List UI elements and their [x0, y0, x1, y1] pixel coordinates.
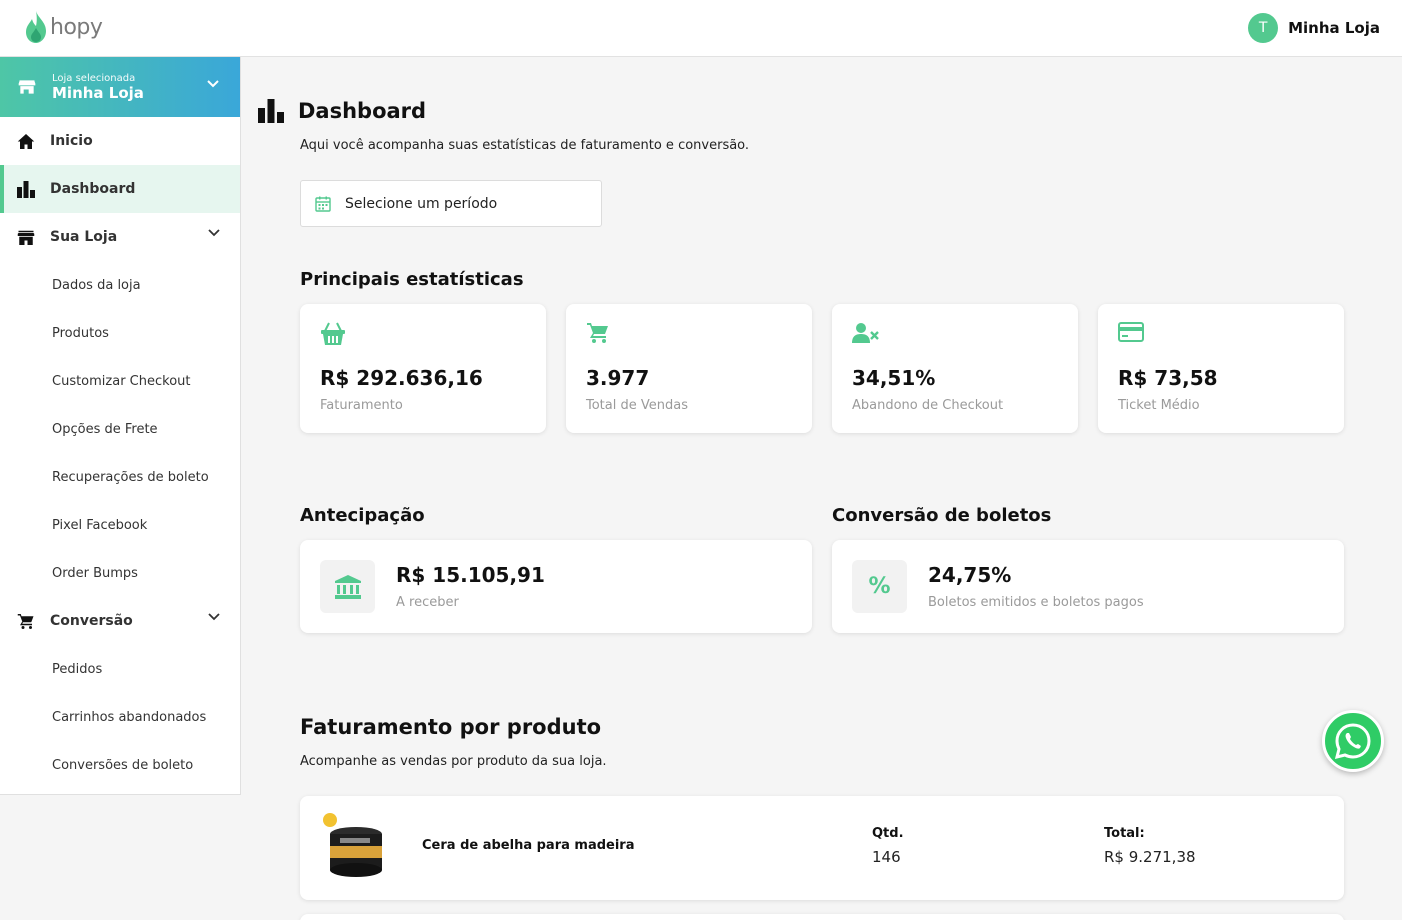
boletos-section-title: Conversão de boletos: [832, 505, 1052, 526]
product-qty: 146: [872, 848, 901, 866]
boletos-label: Boletos emitidos e boletos pagos: [928, 595, 1144, 610]
products-section-title: Faturamento por produto: [300, 715, 602, 739]
bank-icon: [334, 574, 361, 599]
sidebar-subitem-produtos[interactable]: Produtos: [0, 309, 240, 357]
flame-logo-icon: [26, 11, 46, 43]
stat-label: Faturamento: [320, 398, 403, 413]
whatsapp-button[interactable]: [1322, 710, 1384, 772]
chevron-down-icon: [207, 80, 219, 88]
credit-card-icon: [1118, 322, 1144, 342]
chevron-down-icon: [208, 229, 220, 237]
sidebar-item-label: Sua Loja: [50, 229, 118, 245]
sidebar-subitem-dados-da-loja[interactable]: Dados da loja: [0, 261, 240, 309]
product-total-header: Total:: [1104, 826, 1145, 841]
sidebar-item-conversao[interactable]: Conversão: [0, 597, 240, 645]
cart-icon: [16, 611, 36, 631]
antecipacao-label: A receber: [396, 595, 459, 610]
stat-label: Abandono de Checkout: [852, 398, 1004, 413]
avatar: T: [1248, 13, 1279, 43]
product-row[interactable]: [300, 914, 1344, 920]
basket-icon: [321, 322, 345, 345]
sidebar-subitem-opcoes-de-frete[interactable]: Opções de Frete: [0, 405, 240, 453]
sidebar-subitem-pixel-facebook[interactable]: Pixel Facebook: [0, 501, 240, 549]
boletos-value: 24,75%: [928, 563, 1012, 587]
sidebar-subitem-carrinhos-abandonados[interactable]: Carrinhos abandonados: [0, 693, 240, 741]
calendar-icon: [315, 196, 331, 212]
sidebar-subitem-recuperacoes-de-boleto[interactable]: Recuperações de boleto: [0, 453, 240, 501]
main-content: Dashboard Aqui você acompanha suas estat…: [241, 57, 1402, 920]
percent-icon-box: %: [852, 560, 907, 613]
sidebar-item-label: Dashboard: [50, 181, 136, 197]
stat-card-faturamento: R$ 292.636,16 Faturamento: [300, 304, 546, 433]
period-picker[interactable]: Selecione um período: [300, 180, 602, 227]
stat-value: R$ 73,58: [1118, 366, 1218, 390]
sidebar-subitem-pedidos[interactable]: Pedidos: [0, 645, 240, 693]
antecipacao-section-title: Antecipação: [300, 505, 425, 526]
sidebar-item-sua-loja[interactable]: Sua Loja: [0, 213, 240, 261]
sidebar-item-label: Conversão: [50, 613, 133, 629]
sidebar-subitem-conversoes-de-boleto[interactable]: Conversões de boleto: [0, 741, 240, 789]
stat-card-abandono-checkout: 34,51% Abandono de Checkout: [832, 304, 1078, 433]
stat-label: Ticket Médio: [1118, 398, 1200, 413]
bar-chart-icon: [258, 99, 284, 123]
stats-section-title: Principais estatísticas: [300, 269, 524, 290]
antecipacao-value: R$ 15.105,91: [396, 563, 545, 587]
store-icon: [18, 80, 36, 94]
store-selector-label: Loja selecionada: [52, 72, 136, 84]
sidebar-item-label: Inicio: [50, 133, 93, 149]
sidebar-subitem-customizar-checkout[interactable]: Customizar Checkout: [0, 357, 240, 405]
bar-chart-icon: [16, 179, 36, 199]
home-icon: [16, 131, 36, 151]
period-placeholder: Selecione um período: [345, 195, 498, 212]
sidebar-item-inicio[interactable]: Inicio: [0, 117, 240, 165]
chevron-down-icon: [208, 613, 220, 621]
product-qty-header: Qtd.: [872, 826, 904, 841]
page-subtitle: Aqui você acompanha suas estatísticas de…: [300, 138, 750, 153]
user-remove-icon: [852, 323, 879, 343]
stat-value: 3.977: [586, 366, 650, 390]
sidebar: Loja selecionada Minha Loja Inicio Dashb…: [0, 57, 241, 795]
store-selector-name: Minha Loja: [52, 83, 144, 102]
page-title: Dashboard: [298, 99, 427, 123]
stat-value: 34,51%: [852, 366, 936, 390]
user-name: Minha Loja: [1288, 19, 1380, 37]
stat-card-ticket-medio: R$ 73,58 Ticket Médio: [1098, 304, 1344, 433]
sidebar-item-dashboard[interactable]: Dashboard: [0, 165, 240, 213]
stat-label: Total de Vendas: [586, 398, 688, 413]
store-icon: [16, 227, 36, 247]
brand-logo[interactable]: hopy: [24, 10, 103, 44]
brand-name: hopy: [50, 14, 103, 40]
stat-card-total-vendas: 3.977 Total de Vendas: [566, 304, 812, 433]
products-subtitle: Acompanhe as vendas por produto da sua l…: [300, 754, 607, 769]
cart-icon: [587, 323, 608, 343]
product-name: Cera de abelha para madeira: [422, 838, 635, 853]
whatsapp-icon: [1334, 723, 1371, 760]
top-bar: hopy T Minha Loja: [0, 0, 1402, 57]
sidebar-subitem-order-bumps[interactable]: Order Bumps: [0, 549, 240, 597]
user-menu[interactable]: T Minha Loja: [1248, 13, 1380, 43]
product-image: [323, 813, 382, 877]
product-row[interactable]: Cera de abelha para madeira Qtd. 146 Tot…: [300, 796, 1344, 900]
page-header: Dashboard: [258, 99, 426, 123]
bank-icon-box: [320, 560, 375, 613]
product-total: R$ 9.271,38: [1104, 848, 1196, 866]
boletos-card: % 24,75% Boletos emitidos e boletos pago…: [832, 540, 1344, 633]
store-selector[interactable]: Loja selecionada Minha Loja: [0, 57, 240, 117]
percent-icon: %: [868, 574, 891, 599]
antecipacao-card: R$ 15.105,91 A receber: [300, 540, 812, 633]
stat-value: R$ 292.636,16: [320, 366, 483, 390]
